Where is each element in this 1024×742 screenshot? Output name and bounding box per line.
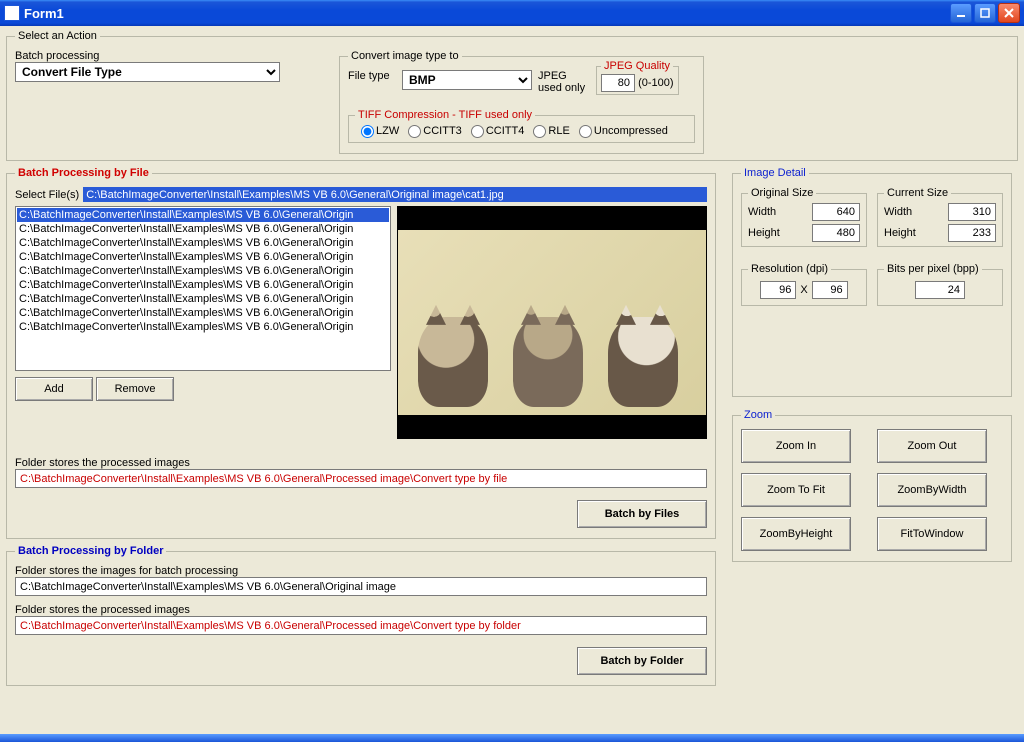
- select-files-label: Select File(s): [15, 189, 79, 201]
- list-item[interactable]: C:\BatchImageConverter\Install\Examples\…: [17, 264, 389, 278]
- zoom-in-button[interactable]: Zoom In: [741, 429, 851, 463]
- list-item[interactable]: C:\BatchImageConverter\Install\Examples\…: [17, 208, 389, 222]
- cur-height-value: [948, 224, 996, 242]
- jpeg-quality-legend: JPEG Quality: [601, 60, 673, 72]
- window-title: Form1: [24, 6, 64, 21]
- list-item[interactable]: C:\BatchImageConverter\Install\Examples\…: [17, 292, 389, 306]
- bpp-legend: Bits per pixel (bpp): [884, 263, 982, 275]
- orig-width-value: [812, 203, 860, 221]
- bpp-value: [915, 281, 965, 299]
- res-x-value: [760, 281, 796, 299]
- tiff-compression-group: TIFF Compression - TIFF used only LZW CC…: [348, 109, 695, 143]
- list-item[interactable]: C:\BatchImageConverter\Install\Examples\…: [17, 222, 389, 236]
- selected-file-path: C:\BatchImageConverter\Install\Examples\…: [83, 187, 707, 202]
- file-listbox[interactable]: C:\BatchImageConverter\Install\Examples\…: [15, 206, 391, 371]
- jpeg-quality-group: JPEG Quality (0-100): [596, 60, 679, 95]
- image-detail-group: Image Detail Original Size Width Height: [732, 167, 1012, 397]
- list-item[interactable]: C:\BatchImageConverter\Install\Examples\…: [17, 250, 389, 264]
- zoom-to-fit-button[interactable]: Zoom To Fit: [741, 473, 851, 507]
- select-action-group: Select an Action Batch processing Conver…: [6, 30, 1018, 161]
- current-size-legend: Current Size: [884, 187, 951, 199]
- res-y-value: [812, 281, 848, 299]
- orig-width-label: Width: [748, 206, 776, 218]
- original-size-group: Original Size Width Height: [741, 187, 867, 247]
- maximize-button[interactable]: [974, 3, 996, 23]
- bpp-group: Bits per pixel (bpp): [877, 263, 1003, 306]
- byfile-out-path[interactable]: [15, 469, 707, 488]
- byfile-out-label: Folder stores the processed images: [15, 457, 190, 469]
- batch-by-file-group: Batch Processing by File Select File(s) …: [6, 167, 716, 539]
- zoom-by-width-button[interactable]: ZoomByWidth: [877, 473, 987, 507]
- select-action-legend: Select an Action: [15, 30, 100, 42]
- taskbar: [0, 734, 1024, 742]
- jpeg-quality-input[interactable]: [601, 74, 635, 92]
- filetype-select[interactable]: BMP: [402, 70, 532, 90]
- jpeg-quality-range: (0-100): [638, 77, 673, 89]
- remove-button[interactable]: Remove: [96, 377, 174, 401]
- list-item[interactable]: C:\BatchImageConverter\Install\Examples\…: [17, 236, 389, 250]
- app-icon: [4, 5, 20, 21]
- zoom-legend: Zoom: [741, 409, 775, 421]
- tiff-rle-radio[interactable]: RLE: [527, 125, 569, 137]
- zoom-by-height-button[interactable]: ZoomByHeight: [741, 517, 851, 551]
- convert-type-group: Convert image type to File type BMP JPEG…: [339, 50, 704, 154]
- batch-processing-label: Batch processing: [15, 50, 99, 62]
- cur-width-label: Width: [884, 206, 912, 218]
- cur-height-label: Height: [884, 227, 916, 239]
- add-button[interactable]: Add: [15, 377, 93, 401]
- byfolder-out-path[interactable]: [15, 616, 707, 635]
- convert-type-legend: Convert image type to: [348, 50, 462, 62]
- fit-to-window-button[interactable]: FitToWindow: [877, 517, 987, 551]
- batch-processing-select[interactable]: Convert File Type: [15, 62, 280, 82]
- batch-by-file-legend: Batch Processing by File: [15, 167, 152, 179]
- tiff-ccitt4-radio[interactable]: CCITT4: [465, 125, 525, 137]
- titlebar: Form1: [0, 0, 1024, 26]
- list-item[interactable]: C:\BatchImageConverter\Install\Examples\…: [17, 278, 389, 292]
- tiff-lzw-radio[interactable]: LZW: [355, 125, 399, 137]
- orig-height-value: [812, 224, 860, 242]
- list-item[interactable]: C:\BatchImageConverter\Install\Examples\…: [17, 306, 389, 320]
- list-item[interactable]: C:\BatchImageConverter\Install\Examples\…: [17, 320, 389, 334]
- resolution-legend: Resolution (dpi): [748, 263, 831, 275]
- res-sep: X: [800, 284, 807, 296]
- batch-by-folder-group: Batch Processing by Folder Folder stores…: [6, 545, 716, 686]
- resolution-group: Resolution (dpi) X: [741, 263, 867, 306]
- batch-by-folder-button[interactable]: Batch by Folder: [577, 647, 707, 675]
- image-preview: [397, 206, 707, 439]
- orig-height-label: Height: [748, 227, 780, 239]
- zoom-group: Zoom Zoom In Zoom Out Zoom To Fit ZoomBy…: [732, 409, 1012, 562]
- minimize-button[interactable]: [950, 3, 972, 23]
- current-size-group: Current Size Width Height: [877, 187, 1003, 247]
- batch-by-folder-legend: Batch Processing by Folder: [15, 545, 166, 557]
- tiff-uncompressed-radio[interactable]: Uncompressed: [573, 125, 668, 137]
- close-button[interactable]: [998, 3, 1020, 23]
- filetype-label: File type: [348, 70, 396, 82]
- byfolder-in-path[interactable]: [15, 577, 707, 596]
- jpeg-usedonly-label: JPEG used only: [538, 70, 585, 94]
- tiff-legend: TIFF Compression - TIFF used only: [355, 109, 535, 121]
- cur-width-value: [948, 203, 996, 221]
- image-detail-legend: Image Detail: [741, 167, 809, 179]
- tiff-ccitt3-radio[interactable]: CCITT3: [402, 125, 462, 137]
- byfolder-out-label: Folder stores the processed images: [15, 604, 190, 616]
- zoom-out-button[interactable]: Zoom Out: [877, 429, 987, 463]
- batch-by-files-button[interactable]: Batch by Files: [577, 500, 707, 528]
- byfolder-in-label: Folder stores the images for batch proce…: [15, 565, 238, 577]
- original-size-legend: Original Size: [748, 187, 816, 199]
